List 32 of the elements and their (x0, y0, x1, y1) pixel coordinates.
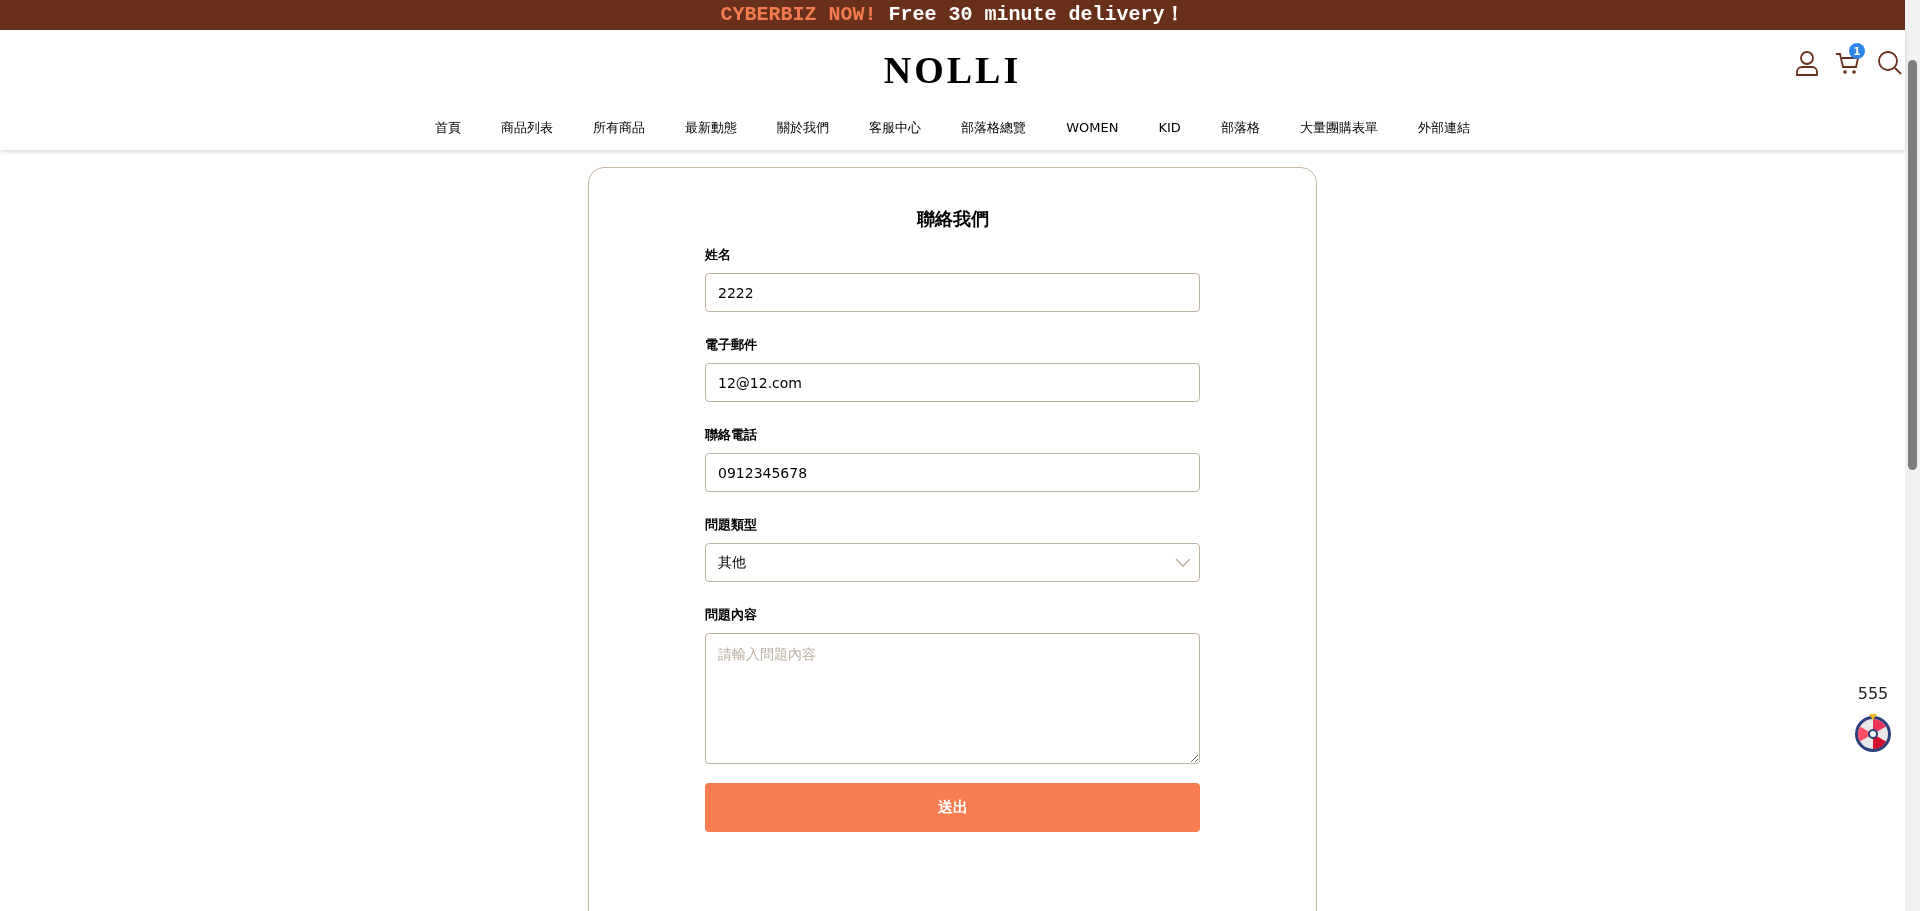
field-label: 問題內容 (705, 606, 758, 624)
banner-text: Free 30 minute delivery！ (888, 2, 1185, 28)
nav-link[interactable]: 關於我們 (777, 118, 830, 138)
input-field[interactable]: 12@12.com (705, 363, 1200, 402)
nav-link[interactable]: 客服中心 (869, 118, 922, 138)
nav-link[interactable]: 首頁 (435, 118, 462, 138)
nav-link[interactable]: 部落格總覽 (961, 118, 1027, 138)
input-field[interactable]: 2222 (705, 273, 1200, 312)
user-icon[interactable] (1795, 50, 1819, 76)
field-label: 問題類型 (705, 516, 758, 534)
form-title: 聯絡我們 (915, 207, 990, 231)
nav-link[interactable]: 商品列表 (501, 118, 554, 138)
nav-link[interactable]: KID (1158, 118, 1181, 138)
nav-link[interactable]: 所有商品 (593, 118, 646, 138)
nav-link[interactable]: WOMEN (1066, 118, 1119, 138)
nav-link[interactable]: 大量團購表單 (1299, 118, 1378, 138)
prize-wheel-icon[interactable] (1853, 712, 1893, 754)
field-label: 姓名 (705, 246, 732, 264)
nav-link[interactable]: 外部連結 (1417, 118, 1470, 138)
input-field[interactable]: 0912345678 (705, 453, 1200, 492)
cart-count-badge: 1 (1849, 43, 1865, 59)
search-icon[interactable] (1877, 50, 1903, 76)
banner-highlight: CYBERBIZ NOW! (720, 2, 877, 28)
widget-label: 555 (1857, 683, 1889, 705)
nav-link[interactable]: 部落格 (1220, 118, 1260, 138)
message-field[interactable]: 請輸入問題內容 (705, 633, 1200, 764)
chevron-down-icon (1175, 557, 1191, 568)
field-label: 電子郵件 (705, 336, 758, 354)
field-label: 聯絡電話 (705, 426, 758, 444)
select-field[interactable]: 其他 (705, 543, 1200, 582)
nav-link[interactable]: 最新動態 (685, 118, 738, 138)
logo[interactable]: NOLLI (883, 41, 1022, 99)
